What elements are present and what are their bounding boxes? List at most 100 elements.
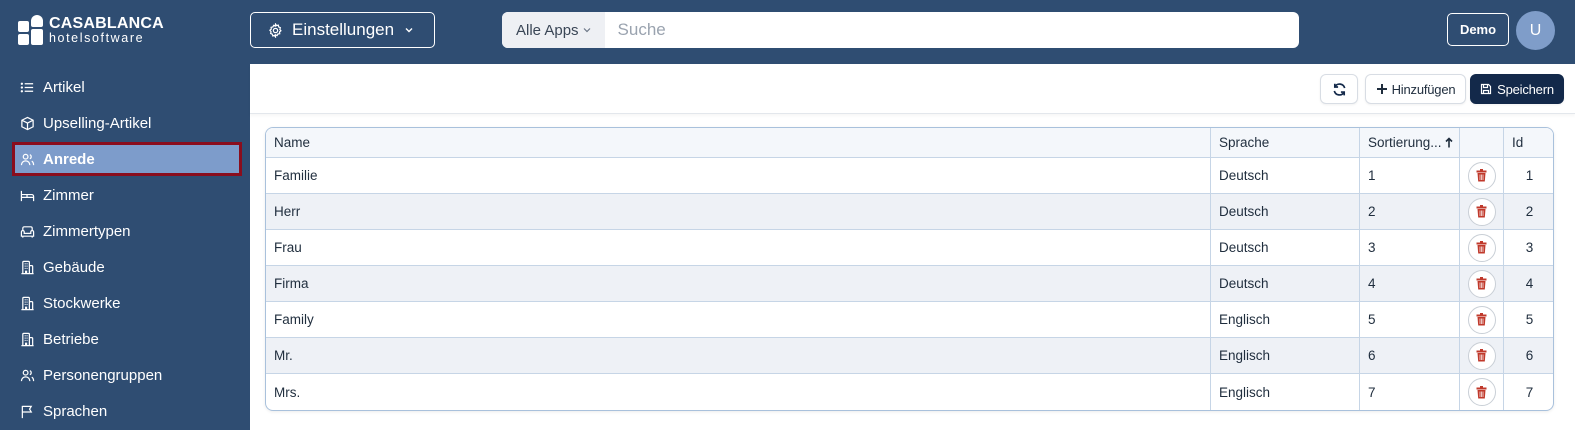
sofa-icon — [20, 225, 35, 238]
table-row[interactable]: Frau Deutsch 3 3 — [266, 230, 1553, 266]
sidebar-item-label: Artikel — [43, 78, 85, 96]
list-icon — [20, 82, 34, 92]
main-content: Hinzufügen Speichern Name Sprache Sortie… — [250, 64, 1575, 430]
column-header-name[interactable]: Name — [266, 128, 1211, 157]
table-header-row: Name Sprache Sortierung... Id — [266, 128, 1553, 158]
search-input[interactable] — [604, 12, 1299, 48]
sidebar-item-betriebe[interactable]: Betriebe — [12, 322, 242, 356]
building-icon — [21, 260, 34, 274]
sidebar-item-label: Zimmertypen — [43, 222, 131, 240]
trash-icon — [1476, 349, 1487, 362]
cell-language: Deutsch — [1211, 158, 1360, 193]
sidebar-item-label: Sprachen — [43, 402, 108, 420]
cell-id: 2 — [1525, 204, 1534, 219]
chevron-down-icon — [583, 28, 590, 33]
sidebar-item-label: Betriebe — [43, 330, 99, 348]
trash-icon — [1476, 241, 1487, 254]
logo-mark-icon — [18, 15, 44, 45]
settings-menu-label: Einstellungen — [292, 20, 395, 39]
sidebar-item-sprachen[interactable]: Sprachen — [12, 394, 242, 428]
search-scope-label: Alle Apps — [516, 21, 579, 39]
gear-icon — [269, 22, 282, 38]
delete-button[interactable] — [1467, 269, 1496, 298]
sidebar-item-label: Personengruppen — [43, 366, 163, 384]
trash-icon — [1476, 277, 1487, 290]
cell-language: Englisch — [1211, 374, 1360, 410]
cell-sort: 5 — [1360, 302, 1460, 337]
search-scope-dropdown[interactable]: Alle Apps — [502, 12, 605, 48]
users-icon — [20, 369, 35, 381]
column-header-sort-label: Sortierung... — [1368, 135, 1442, 150]
delete-button[interactable] — [1467, 341, 1496, 370]
refresh-icon — [1333, 82, 1345, 96]
bed-icon — [20, 190, 35, 201]
column-header-sort[interactable]: Sortierung... — [1360, 128, 1460, 157]
table-row[interactable]: Mrs. Englisch 7 7 — [266, 374, 1553, 410]
save-button-label: Speichern — [1497, 81, 1554, 97]
sidebar-item-label: Gebäude — [43, 258, 105, 276]
sidebar-item-stockwerke[interactable]: Stockwerke — [12, 286, 242, 320]
sidebar-item-upselling-artikel[interactable]: Upselling-Artikel — [12, 106, 242, 140]
demo-button[interactable]: Demo — [1447, 13, 1509, 46]
floppy-disk-icon — [1481, 83, 1492, 95]
cell-language: Deutsch — [1211, 194, 1360, 229]
delete-button[interactable] — [1467, 161, 1496, 190]
sidebar-item-label: Stockwerke — [43, 294, 121, 312]
cell-id: 5 — [1525, 312, 1534, 327]
column-header-id[interactable]: Id — [1504, 128, 1553, 157]
settings-menu-button[interactable]: Einstellungen — [250, 12, 435, 48]
save-button[interactable]: Speichern — [1470, 74, 1564, 104]
cell-id: 3 — [1525, 240, 1534, 255]
column-header-actions — [1460, 128, 1504, 157]
sidebar-item-personengruppen[interactable]: Personengruppen — [12, 358, 242, 392]
add-button-label: Hinzufügen — [1391, 81, 1456, 97]
sidebar-item-label: Upselling-Artikel — [43, 114, 152, 132]
flag-icon — [21, 405, 33, 418]
cell-language: Englisch — [1211, 338, 1360, 373]
logo-brand-name: CASABLANCA — [49, 14, 164, 32]
box-icon — [21, 116, 34, 130]
trash-icon — [1476, 385, 1487, 398]
sidebar-item-zimmer[interactable]: Zimmer — [12, 178, 242, 212]
sidebar-item-label: Zimmer — [43, 186, 94, 204]
cell-name: Family — [266, 302, 1211, 337]
chevron-down-icon — [405, 28, 413, 33]
cell-sort: 7 — [1360, 374, 1460, 410]
cell-language: Deutsch — [1211, 266, 1360, 301]
cell-name: Familie — [266, 158, 1211, 193]
refresh-button[interactable] — [1320, 74, 1358, 104]
cell-id: 1 — [1525, 168, 1534, 183]
column-header-language[interactable]: Sprache — [1211, 128, 1360, 157]
cell-id: 4 — [1525, 276, 1534, 291]
table-row[interactable]: Mr. Englisch 6 6 — [266, 338, 1553, 374]
user-avatar[interactable]: U — [1516, 11, 1555, 50]
cell-sort: 6 — [1360, 338, 1460, 373]
delete-button[interactable] — [1467, 197, 1496, 226]
trash-icon — [1476, 313, 1487, 326]
delete-button[interactable] — [1467, 233, 1496, 262]
sidebar: Artikel Upselling-Artikel Anrede Zimmer … — [0, 64, 250, 430]
sidebar-item-label: Anrede — [43, 150, 95, 168]
sidebar-item-zimmertypen[interactable]: Zimmertypen — [12, 214, 242, 248]
cell-language: Englisch — [1211, 302, 1360, 337]
toolbar: Hinzufügen Speichern — [250, 64, 1575, 114]
cell-name: Firma — [266, 266, 1211, 301]
table-row[interactable]: Firma Deutsch 4 4 — [266, 266, 1553, 302]
delete-button[interactable] — [1467, 305, 1496, 334]
cell-sort: 3 — [1360, 230, 1460, 265]
table-row[interactable]: Family Englisch 5 5 — [266, 302, 1553, 338]
sidebar-item-anrede[interactable]: Anrede — [12, 142, 242, 176]
table-row[interactable]: Familie Deutsch 1 1 — [266, 158, 1553, 194]
sidebar-item-artikel[interactable]: Artikel — [12, 70, 242, 104]
add-button[interactable]: Hinzufügen — [1365, 74, 1466, 104]
building-icon — [21, 296, 34, 310]
logo[interactable]: CASABLANCA hotelsoftware — [18, 15, 164, 45]
cell-name: Mr. — [266, 338, 1211, 373]
table-row[interactable]: Herr Deutsch 2 2 — [266, 194, 1553, 230]
building-icon — [21, 332, 34, 346]
delete-button[interactable] — [1467, 378, 1496, 406]
sidebar-item-gebaeude[interactable]: Gebäude — [12, 250, 242, 284]
salutation-table: Name Sprache Sortierung... Id Familie De… — [265, 127, 1554, 411]
cell-sort: 4 — [1360, 266, 1460, 301]
cell-id: 6 — [1525, 348, 1534, 363]
